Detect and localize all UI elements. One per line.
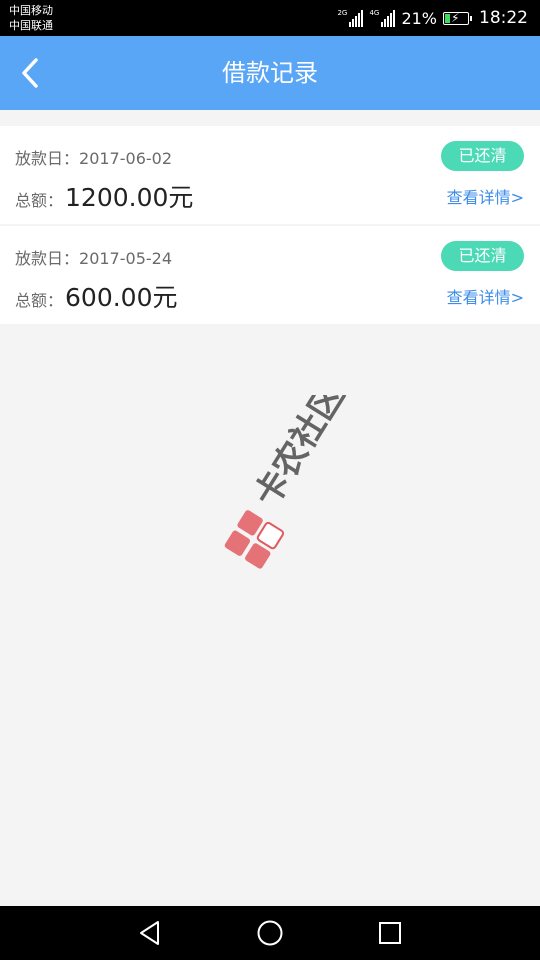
loan-date-row: 放款日：2017-05-24 bbox=[15, 245, 172, 269]
status-indicators: 2G 4G 21% ⚡ 18:22 bbox=[337, 0, 528, 36]
loan-amount-label: 总额： bbox=[15, 191, 64, 210]
view-details-link[interactable]: 查看详情> bbox=[447, 284, 524, 308]
circle-home-icon bbox=[257, 920, 283, 946]
loan-date: 2017-05-24 bbox=[79, 249, 172, 268]
status-bar: 中国移动 中国联通 2G 4G 21% ⚡ 18:22 bbox=[0, 0, 540, 36]
battery-fill bbox=[445, 13, 450, 23]
loan-date-label: 放款日： bbox=[15, 149, 80, 168]
clock: 18:22 bbox=[479, 8, 528, 28]
page-title: 借款记录 bbox=[222, 59, 318, 87]
loan-date: 2017-06-02 bbox=[79, 149, 172, 168]
carrier-2: 中国联通 bbox=[9, 19, 53, 32]
carrier-names: 中国移动 中国联通 bbox=[9, 3, 53, 33]
network-type-1: 2G bbox=[337, 9, 348, 17]
carrier-1: 中国移动 bbox=[9, 4, 53, 17]
charging-icon: ⚡ bbox=[451, 10, 460, 25]
battery-percent: 21% bbox=[401, 8, 437, 28]
loan-list: 放款日：2017-06-02 总额： 1200.00元 已还清 查看详情> 放款… bbox=[0, 126, 540, 326]
view-details-link[interactable]: 查看详情> bbox=[447, 184, 524, 208]
loan-record: 放款日：2017-05-24 总额： 600.00元 已还清 查看详情> bbox=[0, 226, 540, 324]
loan-record: 放款日：2017-06-02 总额： 1200.00元 已还清 查看详情> bbox=[0, 126, 540, 224]
loan-amount-row: 总额： 1200.00元 bbox=[15, 178, 193, 214]
signal-icon-2: 4G bbox=[369, 9, 396, 27]
battery-icon: ⚡ bbox=[443, 10, 472, 25]
status-badge: 已还清 bbox=[441, 241, 524, 271]
loan-amount: 1200.00元 bbox=[65, 183, 194, 212]
kanong-watermark-logo: 卡农社区 bbox=[224, 395, 350, 569]
nav-recents-button[interactable] bbox=[371, 915, 409, 951]
loan-amount-label: 总额： bbox=[15, 291, 64, 310]
loan-date-row: 放款日：2017-06-02 bbox=[15, 145, 172, 169]
network-type-2: 4G bbox=[369, 9, 380, 17]
status-badge: 已还清 bbox=[441, 141, 524, 171]
signal-icon-1: 2G bbox=[337, 9, 364, 27]
nav-home-button[interactable] bbox=[251, 915, 289, 951]
loan-amount: 600.00元 bbox=[65, 283, 178, 312]
square-recents-icon bbox=[379, 922, 401, 944]
watermark-text: 卡农社区 bbox=[247, 395, 350, 514]
loan-date-label: 放款日： bbox=[15, 249, 80, 268]
app-header: 借款记录 bbox=[0, 36, 540, 110]
triangle-back-icon bbox=[140, 921, 159, 945]
system-nav-bar bbox=[0, 906, 540, 960]
loan-amount-row: 总额： 600.00元 bbox=[15, 278, 178, 314]
nav-back-button[interactable] bbox=[131, 915, 169, 951]
